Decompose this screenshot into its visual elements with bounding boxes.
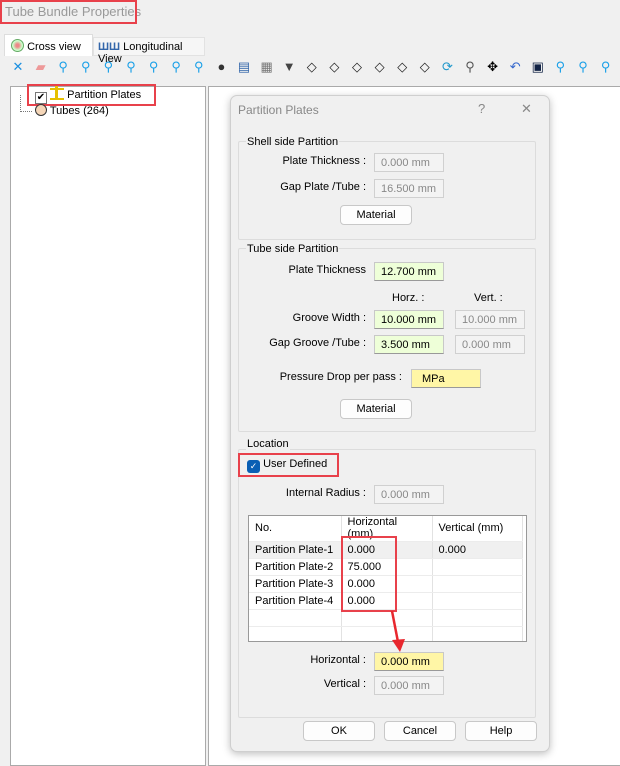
close-icon[interactable]: ✕ <box>521 101 532 117</box>
add-node-multi-icon[interactable]: ⚲ <box>78 59 94 75</box>
target-icon[interactable]: ◇ <box>394 59 410 75</box>
gap-plate-label: Gap Plate /Tube : <box>280 181 366 193</box>
gap-groove-horz-input[interactable]: 3.500 mm <box>374 335 444 354</box>
disk-icon[interactable]: ● <box>213 59 229 75</box>
node-link2-icon[interactable]: ⚲ <box>575 59 591 75</box>
select-icon[interactable]: ✕ <box>10 59 26 75</box>
pressure-drop-label: Pressure Drop per pass : <box>279 371 402 383</box>
document-icon[interactable]: ▤ <box>236 59 252 75</box>
internal-radius-input[interactable]: 0.000 mm <box>374 485 444 504</box>
table-cell[interactable] <box>432 558 523 576</box>
tab-cross-view[interactable]: Cross view <box>4 34 93 56</box>
arrow-annotation <box>390 610 405 652</box>
view-box-icon[interactable]: ◇ <box>349 59 365 75</box>
shell-material-button[interactable]: Material <box>340 205 412 225</box>
help-button[interactable]: Help <box>465 721 537 741</box>
zoom-icon[interactable]: ⚲ <box>462 59 478 75</box>
table-cell[interactable] <box>432 592 523 610</box>
add-pin-icon[interactable]: ⚲ <box>191 59 207 75</box>
plate-thickness-label: Plate Thickness : <box>282 155 366 167</box>
tube-circle-icon <box>35 104 47 116</box>
title-highlight <box>0 0 137 24</box>
horizontal-values-highlight <box>341 536 397 612</box>
tree-item-tubes[interactable]: Tubes (264) <box>35 104 109 117</box>
tab-longitudinal-view[interactable]: ШШ Longitudinal View <box>93 37 205 65</box>
tube-material-button[interactable]: Material <box>340 399 412 419</box>
tube-plate-thickness-label: Plate Thickness <box>288 264 366 276</box>
table-cell[interactable]: Partition Plate-3 <box>249 575 342 593</box>
pressure-drop-input[interactable]: MPa <box>411 369 481 388</box>
table-cell[interactable] <box>249 609 342 627</box>
eraser-icon[interactable]: ▰ <box>33 59 49 75</box>
table-cell[interactable]: Partition Plate-4 <box>249 592 342 610</box>
add-node-red-icon[interactable]: ⚲ <box>123 59 139 75</box>
add-rect-icon[interactable]: ⚲ <box>146 59 162 75</box>
dialog-title: Partition Plates <box>238 103 319 117</box>
shell-plate-thickness-input[interactable]: 0.000 mm <box>374 153 444 172</box>
split-icon[interactable]: ◇ <box>417 59 433 75</box>
table-cell[interactable] <box>432 609 523 627</box>
cut-line-icon[interactable]: ◇ <box>304 59 320 75</box>
undo-icon[interactable]: ↶ <box>507 59 523 75</box>
add-shield-icon[interactable]: ⚲ <box>168 59 184 75</box>
table-cell[interactable]: 0.000 <box>432 541 523 559</box>
user-defined-highlight <box>238 453 339 477</box>
col-header-no[interactable]: No. <box>249 516 342 542</box>
table-cell[interactable] <box>249 626 342 641</box>
tree-panel <box>10 86 206 766</box>
node-cut-icon[interactable]: ⚲ <box>598 59 614 75</box>
vert-header: Vert. : <box>474 292 503 304</box>
tab-label: Cross view <box>27 41 81 53</box>
window-icon[interactable]: ▣ <box>530 59 546 75</box>
table-cell[interactable] <box>432 626 523 641</box>
shell-side-title: Shell side Partition <box>246 136 340 148</box>
gap-plate-input[interactable]: 16.500 mm <box>374 179 444 198</box>
horz-header: Horz. : <box>392 292 425 304</box>
table-cell[interactable]: Partition Plate-1 <box>249 541 342 559</box>
tree-item-label: Tubes (264) <box>49 105 109 117</box>
gap-groove-label: Gap Groove /Tube : <box>269 337 366 349</box>
tube-plate-thickness-input[interactable]: 12.700 mm <box>374 262 444 281</box>
groove-width-horz-input[interactable]: 10.000 mm <box>374 310 444 329</box>
move-icon[interactable]: ✥ <box>485 59 501 75</box>
table-cell[interactable] <box>432 575 523 593</box>
location-title: Location <box>246 438 290 450</box>
groove-width-vert-input[interactable]: 10.000 mm <box>455 310 525 329</box>
add-node-double-icon[interactable]: ⚲ <box>100 59 116 75</box>
cut-diag-icon[interactable]: ◇ <box>326 59 342 75</box>
vertical-input[interactable]: 0.000 mm <box>374 676 444 695</box>
print-icon[interactable]: ▦ <box>259 59 275 75</box>
groove-width-label: Groove Width : <box>292 312 366 324</box>
cancel-button[interactable]: Cancel <box>384 721 456 741</box>
col-header-vertical[interactable]: Vertical (mm) <box>432 516 523 542</box>
gap-groove-vert-input[interactable]: 0.000 mm <box>455 335 525 354</box>
help-icon[interactable]: ? <box>478 101 485 116</box>
funnel-icon[interactable]: ▼ <box>281 59 297 75</box>
refresh-icon[interactable]: ⟳ <box>439 59 455 75</box>
tube-side-title: Tube side Partition <box>246 243 340 255</box>
horizontal-input[interactable]: 0.000 mm <box>374 652 444 671</box>
horizontal-label: Horizontal : <box>310 654 366 666</box>
circle-slash-icon[interactable]: ◇ <box>372 59 388 75</box>
node-link-icon[interactable]: ⚲ <box>552 59 568 75</box>
add-node-icon[interactable]: ⚲ <box>55 59 71 75</box>
grid-circle-icon <box>11 39 24 52</box>
table-cell[interactable]: Partition Plate-2 <box>249 558 342 576</box>
ok-button[interactable]: OK <box>303 721 375 741</box>
internal-radius-label: Internal Radius : <box>285 487 366 499</box>
tree-highlight <box>27 84 156 106</box>
vertical-label: Vertical : <box>323 678 366 690</box>
longitudinal-icon: ШШ <box>98 41 121 53</box>
